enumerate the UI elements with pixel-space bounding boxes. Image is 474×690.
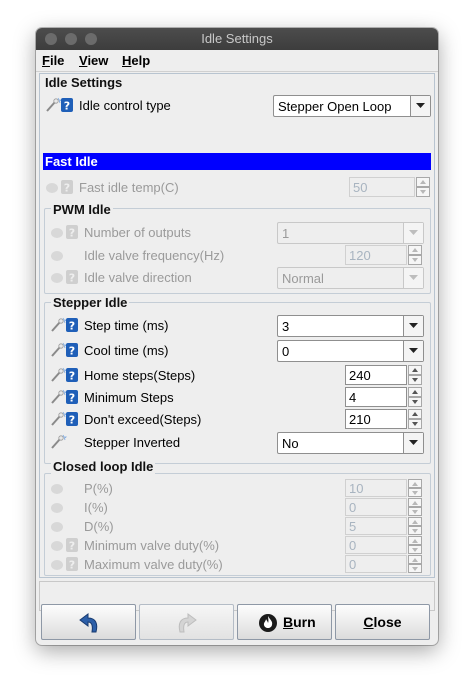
- fast-idle-header: Fast Idle: [43, 153, 431, 170]
- idle-valve-direction-label: Idle valve direction: [84, 270, 192, 285]
- wand-icon[interactable]: [45, 97, 75, 113]
- stepper-inverted-select[interactable]: No: [277, 432, 424, 454]
- wand-icon[interactable]: [50, 342, 80, 358]
- p-spinner[interactable]: 10: [345, 479, 422, 497]
- zoom-window-icon[interactable]: [85, 33, 97, 45]
- chevron-down-icon[interactable]: [403, 316, 423, 336]
- menu-view[interactable]: View: [79, 53, 108, 68]
- idle-control-type-select[interactable]: Stepper Open Loop: [273, 95, 431, 117]
- spinner-up-icon[interactable]: [408, 536, 422, 545]
- close-button[interactable]: Close: [335, 604, 430, 640]
- idle-valve-direction-select[interactable]: Normal: [277, 267, 424, 289]
- undo-icon: [79, 613, 98, 633]
- burn-button[interactable]: Burn: [237, 604, 332, 640]
- i-label: I(%): [84, 500, 108, 515]
- stepper-idle-title: Stepper Idle: [51, 295, 130, 310]
- spinner-down-icon[interactable]: [408, 375, 422, 385]
- spinner-down-icon[interactable]: [408, 526, 422, 535]
- fast-idle-temp-label: Fast idle temp(C): [79, 180, 179, 195]
- close-window-icon[interactable]: [45, 33, 57, 45]
- spinner-up-icon[interactable]: [416, 177, 430, 187]
- idle-control-type-label: Idle control type: [79, 98, 171, 113]
- title-bar: Idle Settings: [36, 28, 438, 50]
- spinner-up-icon[interactable]: [408, 555, 422, 564]
- idle-valve-frequency-label: Idle valve frequency(Hz): [84, 248, 225, 263]
- wand-icon-disabled: [51, 557, 78, 572]
- window-title: Idle Settings: [201, 31, 273, 46]
- minimum-valve-duty-label: Minimum valve duty(%): [84, 538, 220, 553]
- minimum-steps-label: Minimum Steps: [84, 390, 174, 405]
- undo-button[interactable]: [41, 604, 136, 640]
- redo-icon: [178, 613, 197, 633]
- number-of-outputs-label: Number of outputs: [84, 225, 191, 240]
- wand-icon-disabled: [51, 503, 63, 513]
- minimize-window-icon[interactable]: [65, 33, 77, 45]
- idle-valve-frequency-spinner[interactable]: 120: [345, 245, 422, 265]
- wand-icon[interactable]: [50, 317, 80, 333]
- d-label: D(%): [84, 519, 114, 534]
- spinner-down-icon[interactable]: [408, 507, 422, 516]
- wand-icon[interactable]: [50, 434, 80, 450]
- step-time-label: Step time (ms): [84, 318, 169, 333]
- dont-exceed-spinner[interactable]: 210: [345, 409, 422, 429]
- wand-icon-disabled: [51, 484, 63, 494]
- button-bar: Burn Close: [36, 600, 438, 645]
- spinner-down-icon[interactable]: [408, 488, 422, 497]
- p-label: P(%): [84, 481, 113, 496]
- wand-icon-disabled: [51, 522, 63, 532]
- cool-time-select[interactable]: 0: [277, 340, 424, 362]
- wand-icon-disabled: [51, 270, 78, 285]
- minimum-steps-spinner[interactable]: 4: [345, 387, 422, 407]
- redo-button[interactable]: [139, 604, 234, 640]
- spinner-down-icon[interactable]: [408, 545, 422, 554]
- idle-settings-window: Idle Settings File View Help Idle Settin…: [36, 28, 438, 645]
- fast-idle-temp-spinner[interactable]: 50: [349, 177, 430, 197]
- home-steps-spinner[interactable]: 240: [345, 365, 422, 385]
- chevron-down-icon[interactable]: [403, 341, 423, 361]
- minimum-valve-duty-spinner[interactable]: 0: [345, 536, 422, 554]
- wand-icon[interactable]: [50, 389, 80, 405]
- spinner-down-icon[interactable]: [408, 419, 422, 429]
- wand-icon[interactable]: [50, 367, 80, 383]
- spinner-up-icon[interactable]: [408, 365, 422, 375]
- chevron-down-icon[interactable]: [403, 223, 423, 243]
- wand-icon-disabled: [51, 251, 63, 261]
- spinner-up-icon[interactable]: [408, 517, 422, 526]
- spinner-up-icon[interactable]: [408, 409, 422, 419]
- maximum-valve-duty-spinner[interactable]: 0: [345, 555, 422, 573]
- menu-file[interactable]: File: [42, 53, 64, 68]
- d-spinner[interactable]: 5: [345, 517, 422, 535]
- pwm-idle-title: PWM Idle: [51, 202, 113, 217]
- wand-icon-disabled: [51, 225, 78, 240]
- spinner-down-icon[interactable]: [416, 187, 430, 197]
- wand-icon-disabled: [46, 180, 73, 195]
- spinner-down-icon[interactable]: [408, 564, 422, 573]
- spinner-up-icon[interactable]: [408, 245, 422, 255]
- burn-icon: [259, 614, 277, 632]
- cool-time-label: Cool time (ms): [84, 343, 169, 358]
- wand-icon-disabled: [51, 538, 78, 553]
- menu-help[interactable]: Help: [122, 53, 150, 68]
- spinner-up-icon[interactable]: [408, 498, 422, 507]
- chevron-down-icon[interactable]: [403, 268, 423, 288]
- home-steps-label: Home steps(Steps): [84, 368, 196, 383]
- closed-loop-idle-title: Closed loop Idle: [51, 459, 156, 474]
- maximum-valve-duty-label: Maximum valve duty(%): [84, 557, 223, 572]
- idle-settings-title: Idle Settings: [45, 75, 123, 90]
- i-spinner[interactable]: 0: [345, 498, 422, 516]
- step-time-select[interactable]: 3: [277, 315, 424, 337]
- dont-exceed-label: Don't exceed(Steps): [84, 412, 202, 427]
- chevron-down-icon[interactable]: [403, 433, 423, 453]
- number-of-outputs-select[interactable]: 1: [277, 222, 424, 244]
- spinner-down-icon[interactable]: [408, 397, 422, 407]
- menu-bar: File View Help: [36, 50, 438, 72]
- wand-icon[interactable]: [50, 411, 80, 427]
- spinner-down-icon[interactable]: [408, 255, 422, 265]
- stepper-inverted-label: Stepper Inverted: [84, 435, 181, 450]
- idle-settings-panel: Idle Settings Idle control type Stepper …: [39, 73, 435, 578]
- spinner-up-icon[interactable]: [408, 387, 422, 397]
- spinner-up-icon[interactable]: [408, 479, 422, 488]
- chevron-down-icon[interactable]: [410, 96, 430, 116]
